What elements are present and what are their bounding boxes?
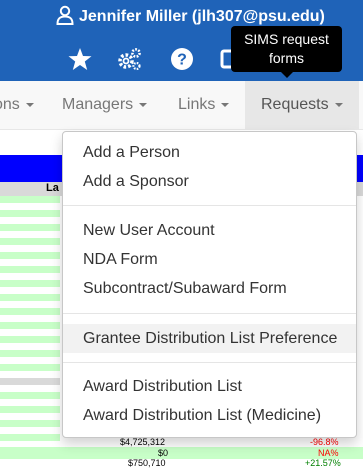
cogs-icon[interactable] [117,46,143,72]
table-row [0,308,60,315]
table-row [0,294,60,301]
table-header-fragment: La [46,182,59,194]
requests-dropdown-menu: Add a Person Add a Sponsor New User Acco… [62,131,357,438]
table-row [0,420,60,427]
nav-label: ons [0,96,20,113]
table-row [0,210,60,217]
menu-divider [63,313,356,314]
caret-down-icon [139,102,148,107]
menu-item-add-sponsor[interactable]: Add a Sponsor [63,167,356,196]
table-row [0,252,60,259]
menu-item-grantee-distribution[interactable]: Grantee Distribution List Preference [63,324,356,353]
nav-label: Managers [62,96,134,113]
table-row [0,336,60,343]
nav-label: Links [178,96,216,113]
table-row [0,406,60,413]
svg-text:?: ? [177,52,187,69]
table-row [0,350,60,357]
menu-divider [63,362,356,363]
menu-item-subcontract-form[interactable]: Subcontract/Subaward Form [63,274,356,303]
table-row [0,196,60,203]
tooltip: SIMS request forms [231,26,342,72]
table-row: $750,710 +21.57% [0,457,363,469]
table-rows-left [0,196,60,463]
table-row [0,378,60,385]
table-row [0,238,60,245]
nav-item-ons[interactable]: ons [0,81,34,129]
nav-label: Requests [261,96,329,113]
tooltip-arrow [281,72,293,78]
menu-item-award-distribution[interactable]: Award Distribution List [63,372,356,401]
caret-down-icon [221,102,230,107]
table-row [0,280,60,287]
table-row [0,322,60,329]
table-row [0,364,60,371]
tooltip-line-2: forms [268,50,304,66]
table-row [0,392,60,399]
user-name-label: Jennifer Miller (jlh307@psu.edu) [79,8,325,25]
percent-cell: +21.57% [305,458,341,468]
nav-item-links[interactable]: Links [178,81,230,129]
menu-divider [63,205,356,206]
caret-down-icon [334,102,343,107]
menu-item-add-person[interactable]: Add a Person [63,138,356,167]
nav-item-managers[interactable]: Managers [62,81,148,129]
user-icon [55,5,75,30]
nav-item-requests[interactable]: Requests [245,81,359,129]
menu-item-award-distribution-medicine[interactable]: Award Distribution List (Medicine) [63,401,356,430]
star-icon[interactable] [67,46,93,72]
menu-item-nda-form[interactable]: NDA Form [63,245,356,274]
caret-down-icon [25,102,34,107]
tooltip-line-1: SIMS request [244,31,329,47]
amount-cell: $750,710 [128,458,166,468]
main-navbar: ons Managers Links Requests [0,81,363,130]
table-row [0,224,60,231]
table-row [0,266,60,273]
user-account[interactable]: Jennifer Miller (jlh307@psu.edu) [55,5,325,30]
help-icon[interactable]: ? [169,46,195,72]
menu-item-new-user-account[interactable]: New User Account [63,216,356,245]
